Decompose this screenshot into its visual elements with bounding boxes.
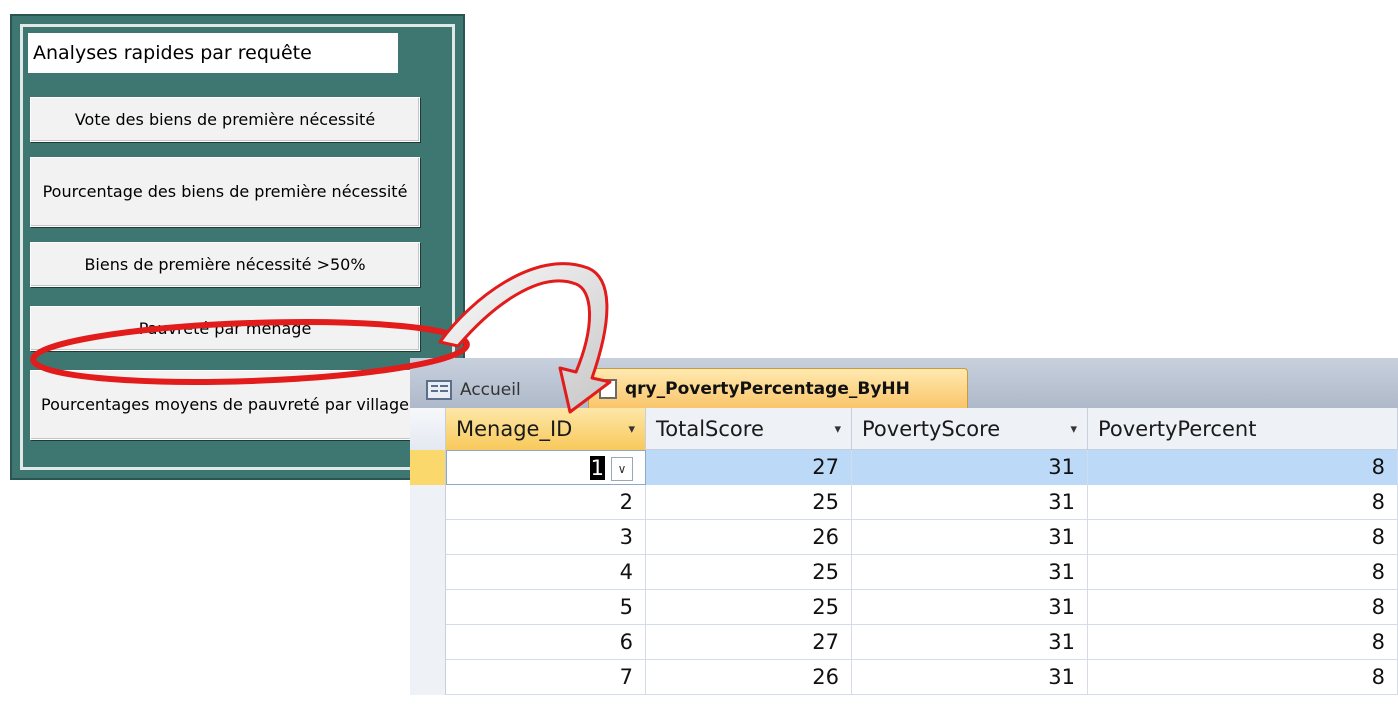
tab-query[interactable]: qry_PovertyPercentage_ByHH: [588, 368, 968, 408]
column-dropdown-icon[interactable]: ▾: [628, 422, 635, 437]
cell-totalscore[interactable]: 26: [646, 520, 852, 555]
form-icon: [426, 380, 452, 400]
row-selector[interactable]: [410, 450, 446, 485]
column-dropdown-icon[interactable]: ▾: [1070, 422, 1077, 437]
cell-totalscore[interactable]: 25: [646, 555, 852, 590]
tab-accueil[interactable]: Accueil: [418, 370, 588, 410]
cell-povertyscore[interactable]: 31: [852, 450, 1088, 485]
cell-povertypercent[interactable]: 8: [1088, 660, 1398, 695]
btn-pauvrete-par-menage[interactable]: Pauvreté par ménage: [30, 306, 420, 351]
btn-pourcentages-par-village[interactable]: Pourcentages moyens de pauvreté par vill…: [30, 370, 420, 440]
column-header-label: Menage_ID: [456, 417, 573, 441]
cell-totalscore[interactable]: 25: [646, 485, 852, 520]
cell-povertypercent[interactable]: 8: [1088, 520, 1398, 555]
btn-pourcentage-biens[interactable]: Pourcentage des biens de première nécess…: [30, 157, 420, 227]
column-header-label: PovertyScore: [862, 417, 1001, 441]
cell-povertypercent[interactable]: 8: [1088, 625, 1398, 660]
cell-povertyscore[interactable]: 31: [852, 485, 1088, 520]
cell-totalscore[interactable]: 25: [646, 590, 852, 625]
cell-menage-id[interactable]: 3: [446, 520, 646, 555]
row-selector[interactable]: [410, 520, 446, 555]
query-datasheet-window: Accueil qry_PovertyPercentage_ByHH Menag…: [410, 358, 1398, 722]
combo-dropdown-icon[interactable]: ∨: [611, 457, 633, 481]
column-header-povertypercent[interactable]: PovertyPercent: [1088, 408, 1398, 450]
document-tab-strip: Accueil qry_PovertyPercentage_ByHH: [410, 358, 1398, 408]
tab-accueil-label: Accueil: [460, 380, 521, 400]
form-title: Analyses rapides par requête: [28, 33, 398, 73]
btn-vote-biens[interactable]: Vote des biens de première nécessité: [30, 97, 420, 142]
row-selector[interactable]: [410, 485, 446, 520]
cell-totalscore[interactable]: 27: [646, 450, 852, 485]
column-header-row: Menage_ID ▾ TotalScore ▾ PovertyScore ▾ …: [410, 408, 1398, 450]
column-dropdown-icon[interactable]: ▾: [834, 422, 841, 437]
cell-menage-id[interactable]: 6: [446, 625, 646, 660]
cell-povertyscore[interactable]: 31: [852, 555, 1088, 590]
column-header-menage-id[interactable]: Menage_ID ▾: [446, 408, 646, 450]
table-row[interactable]: 1 ∨ 27 31 8: [410, 450, 1398, 485]
cell-totalscore[interactable]: 27: [646, 625, 852, 660]
tab-query-label: qry_PovertyPercentage_ByHH: [625, 378, 910, 399]
cell-menage-id[interactable]: 5: [446, 590, 646, 625]
cell-totalscore[interactable]: 26: [646, 660, 852, 695]
menage-id-value: 1: [589, 456, 605, 480]
table-row[interactable]: 4 25 31 8: [410, 555, 1398, 590]
table-row[interactable]: 5 25 31 8: [410, 590, 1398, 625]
row-selector[interactable]: [410, 660, 446, 695]
table-row[interactable]: 7 26 31 8: [410, 660, 1398, 695]
cell-povertypercent[interactable]: 8: [1088, 450, 1398, 485]
cell-povertyscore[interactable]: 31: [852, 520, 1088, 555]
row-selector[interactable]: [410, 555, 446, 590]
table-row[interactable]: 2 25 31 8: [410, 485, 1398, 520]
cell-menage-id[interactable]: 2: [446, 485, 646, 520]
column-header-label: PovertyPercent: [1098, 417, 1257, 441]
cell-menage-id[interactable]: 4: [446, 555, 646, 590]
table-row[interactable]: 3 26 31 8: [410, 520, 1398, 555]
cell-povertyscore[interactable]: 31: [852, 660, 1088, 695]
column-header-povertyscore[interactable]: PovertyScore ▾: [852, 408, 1088, 450]
row-selector[interactable]: [410, 625, 446, 660]
column-header-label: TotalScore: [656, 417, 764, 441]
cell-povertypercent[interactable]: 8: [1088, 590, 1398, 625]
cell-povertypercent[interactable]: 8: [1088, 555, 1398, 590]
table-row[interactable]: 6 27 31 8: [410, 625, 1398, 660]
cell-menage-id[interactable]: 1 ∨: [446, 450, 646, 485]
cell-menage-id[interactable]: 7: [446, 660, 646, 695]
cell-povertypercent[interactable]: 8: [1088, 485, 1398, 520]
row-selector[interactable]: [410, 590, 446, 625]
cell-povertyscore[interactable]: 31: [852, 625, 1088, 660]
cell-povertyscore[interactable]: 31: [852, 590, 1088, 625]
btn-biens-sup-50[interactable]: Biens de première nécessité >50%: [30, 242, 420, 287]
column-header-totalscore[interactable]: TotalScore ▾: [646, 408, 852, 450]
select-all-corner[interactable]: [410, 408, 446, 450]
query-icon: [599, 378, 617, 399]
